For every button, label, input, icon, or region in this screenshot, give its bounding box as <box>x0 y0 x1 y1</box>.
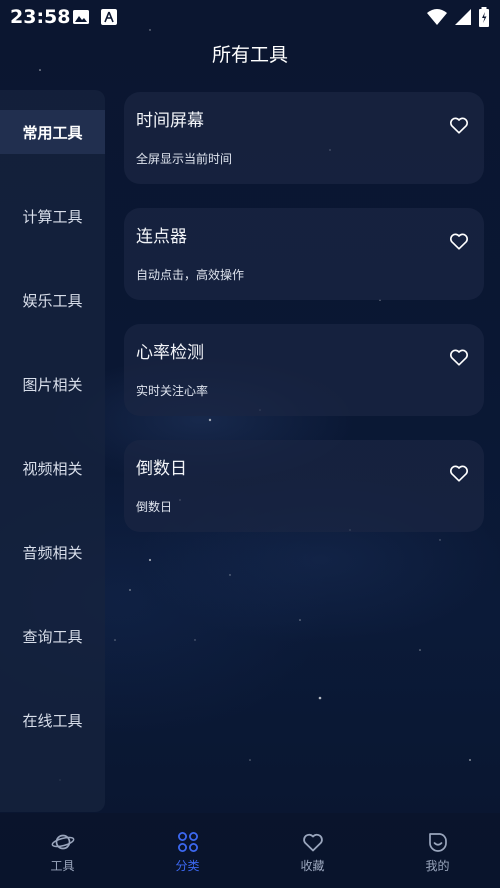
tool-card[interactable]: 心率检测 实时关注心率 <box>124 324 484 416</box>
status-time: 23:58 <box>10 6 71 28</box>
tool-title: 心率检测 <box>136 343 204 363</box>
sidebar-item-calc-tools[interactable]: 计算工具 <box>0 194 105 238</box>
category-sidebar: 常用工具 计算工具 娱乐工具 图片相关 视频相关 音频相关 查询工具 在线工具 <box>0 90 105 812</box>
tool-title: 连点器 <box>136 227 187 247</box>
battery-icon <box>479 7 489 27</box>
tool-title: 时间屏幕 <box>136 111 204 131</box>
image-icon <box>73 10 89 24</box>
heart-outline-icon[interactable] <box>448 230 470 252</box>
tool-description: 自动点击，高效操作 <box>136 268 245 282</box>
bottom-navigation: 工具 分类 收藏 我的 <box>0 813 500 888</box>
heart-outline-icon[interactable] <box>448 462 470 484</box>
nav-label: 工具 <box>50 859 75 873</box>
tool-description: 全屏显示当前时间 <box>136 152 233 166</box>
sidebar-item-image[interactable]: 图片相关 <box>0 362 105 406</box>
smile-icon <box>428 833 447 852</box>
tool-title: 倒数日 <box>136 459 187 479</box>
nav-tab-tools[interactable]: 工具 <box>0 813 125 888</box>
app-store-icon <box>101 9 117 25</box>
signal-icon <box>455 9 471 25</box>
planet-icon <box>51 834 74 850</box>
sidebar-item-video[interactable]: 视频相关 <box>0 446 105 490</box>
notification-icons <box>72 8 118 26</box>
tool-description: 实时关注心率 <box>136 384 209 398</box>
sidebar-item-online[interactable]: 在线工具 <box>0 698 105 742</box>
page-title: 所有工具 <box>211 44 288 66</box>
grid-dots-icon <box>177 832 198 852</box>
wifi-icon <box>427 9 447 25</box>
tool-description: 倒数日 <box>136 500 173 514</box>
tool-card[interactable]: 倒数日 倒数日 <box>124 440 484 532</box>
system-status-icons <box>426 7 490 27</box>
nav-label: 分类 <box>175 859 200 873</box>
status-bar: 23:58 <box>0 0 500 34</box>
sidebar-item-audio[interactable]: 音频相关 <box>0 530 105 574</box>
nav-tab-categories[interactable]: 分类 <box>125 813 250 888</box>
sidebar-item-entertainment[interactable]: 娱乐工具 <box>0 278 105 322</box>
nav-tab-favorites[interactable]: 收藏 <box>250 813 375 888</box>
nav-label: 我的 <box>425 859 450 873</box>
sidebar-item-common-tools[interactable]: 常用工具 <box>0 110 105 154</box>
tool-card[interactable]: 时间屏幕 全屏显示当前时间 <box>124 92 484 184</box>
sidebar-item-query[interactable]: 查询工具 <box>0 614 105 658</box>
nav-label: 收藏 <box>300 859 325 873</box>
heart-outline-icon[interactable] <box>448 346 470 368</box>
nav-tab-profile[interactable]: 我的 <box>375 813 500 888</box>
tool-card[interactable]: 连点器 自动点击，高效操作 <box>124 208 484 300</box>
heart-outline-icon[interactable] <box>448 114 470 136</box>
heart-icon <box>302 833 323 852</box>
